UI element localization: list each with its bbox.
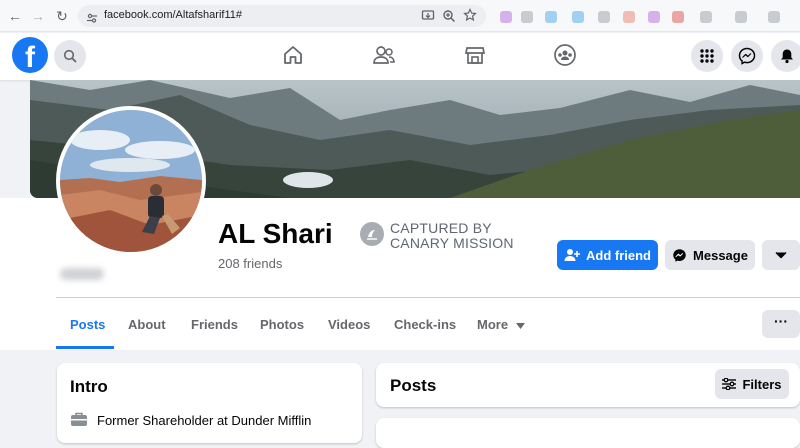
back-arrow-icon[interactable]: ← <box>6 7 24 25</box>
blurred-text <box>60 268 104 280</box>
tab-photos[interactable]: Photos <box>260 317 304 332</box>
search-icon <box>63 49 77 63</box>
add-friend-button[interactable]: Add friend <box>557 240 658 270</box>
briefcase-icon <box>70 411 88 427</box>
tab-more-label: More <box>477 317 509 332</box>
posts-title: Posts <box>390 376 437 395</box>
tab-check-ins[interactable]: Check-ins <box>394 317 456 332</box>
caret-down-icon <box>515 322 525 329</box>
intro-work-text: Former Shareholder at Dunder Mifflin <box>97 413 312 428</box>
post-card <box>376 418 800 448</box>
messenger-button[interactable] <box>731 40 763 72</box>
extension-icon[interactable] <box>648 11 660 23</box>
profile-divider <box>56 297 800 298</box>
tab-videos[interactable]: Videos <box>328 317 370 332</box>
canary-mission-logo <box>360 222 384 246</box>
facebook-logo[interactable]: f <box>12 37 48 73</box>
groups-icon[interactable] <box>552 42 578 68</box>
home-icon[interactable] <box>280 42 306 68</box>
posts-header-card: Posts Filters <box>376 363 800 407</box>
profile-photo-image <box>60 110 202 252</box>
url-text[interactable]: facebook.com/Altafsharif11# <box>104 9 242 21</box>
notifications-bell-icon <box>781 49 793 64</box>
chevron-down-icon <box>775 251 787 259</box>
facebook-header: f <box>0 33 800 80</box>
messenger-icon <box>738 47 756 65</box>
notifications-button[interactable] <box>771 40 800 72</box>
extension-icon[interactable] <box>572 11 584 23</box>
active-tab-indicator <box>56 346 114 349</box>
friends-count[interactable]: 208 friends <box>218 256 282 271</box>
extension-icon[interactable] <box>598 11 610 23</box>
extension-icon[interactable] <box>521 11 533 23</box>
extension-icon[interactable] <box>700 11 712 23</box>
address-bar[interactable]: facebook.com/Altafsharif11# <box>78 5 486 27</box>
watermark-line-2: CANARY MISSION <box>390 235 514 251</box>
tab-friends[interactable]: Friends <box>191 317 238 332</box>
extension-icon[interactable] <box>500 11 512 23</box>
extension-icon[interactable] <box>768 11 780 23</box>
message-label: Message <box>693 247 748 263</box>
message-button[interactable]: Message <box>665 240 755 270</box>
profile-more-button[interactable] <box>762 240 800 270</box>
menu-grid-icon <box>700 49 714 63</box>
filters-label: Filters <box>742 376 782 392</box>
canary-mission-watermark: CAPTURED BY CANARY MISSION <box>390 221 514 251</box>
extension-icon[interactable] <box>623 11 635 23</box>
reload-icon[interactable]: ↻ <box>53 7 71 25</box>
marketplace-icon[interactable] <box>462 42 488 68</box>
filters-icon <box>722 378 737 390</box>
messenger-icon <box>673 248 686 262</box>
extension-icon[interactable] <box>545 11 557 23</box>
extension-icon[interactable] <box>735 11 747 23</box>
menu-button[interactable] <box>691 40 723 72</box>
add-friend-icon <box>564 249 580 261</box>
intro-title: Intro <box>70 377 108 396</box>
site-info-icon[interactable] <box>87 10 97 23</box>
profile-avatar[interactable] <box>56 106 206 256</box>
forward-arrow-icon[interactable]: → <box>29 7 47 25</box>
bookmark-star-icon[interactable] <box>463 8 477 22</box>
filters-button[interactable]: Filters <box>715 369 789 399</box>
intro-card: Intro Former Shareholder at Dunder Miffl… <box>57 363 362 443</box>
tab-more[interactable]: More <box>477 317 525 332</box>
tab-about[interactable]: About <box>128 317 166 332</box>
watermark-line-1: CAPTURED BY <box>390 220 492 236</box>
zoom-icon[interactable] <box>442 9 456 23</box>
add-friend-label: Add friend <box>586 247 651 263</box>
tab-posts[interactable]: Posts <box>70 317 105 332</box>
profile-options-button[interactable]: ··· <box>762 310 800 338</box>
search-button[interactable] <box>54 40 86 72</box>
friends-icon[interactable] <box>371 42 397 68</box>
install-icon[interactable] <box>421 9 435 23</box>
profile-name: AL Shari <box>218 218 333 249</box>
extension-icon[interactable] <box>672 11 684 23</box>
browser-toolbar: ← → ↻ facebook.com/Altafsharif11# <box>0 0 800 32</box>
